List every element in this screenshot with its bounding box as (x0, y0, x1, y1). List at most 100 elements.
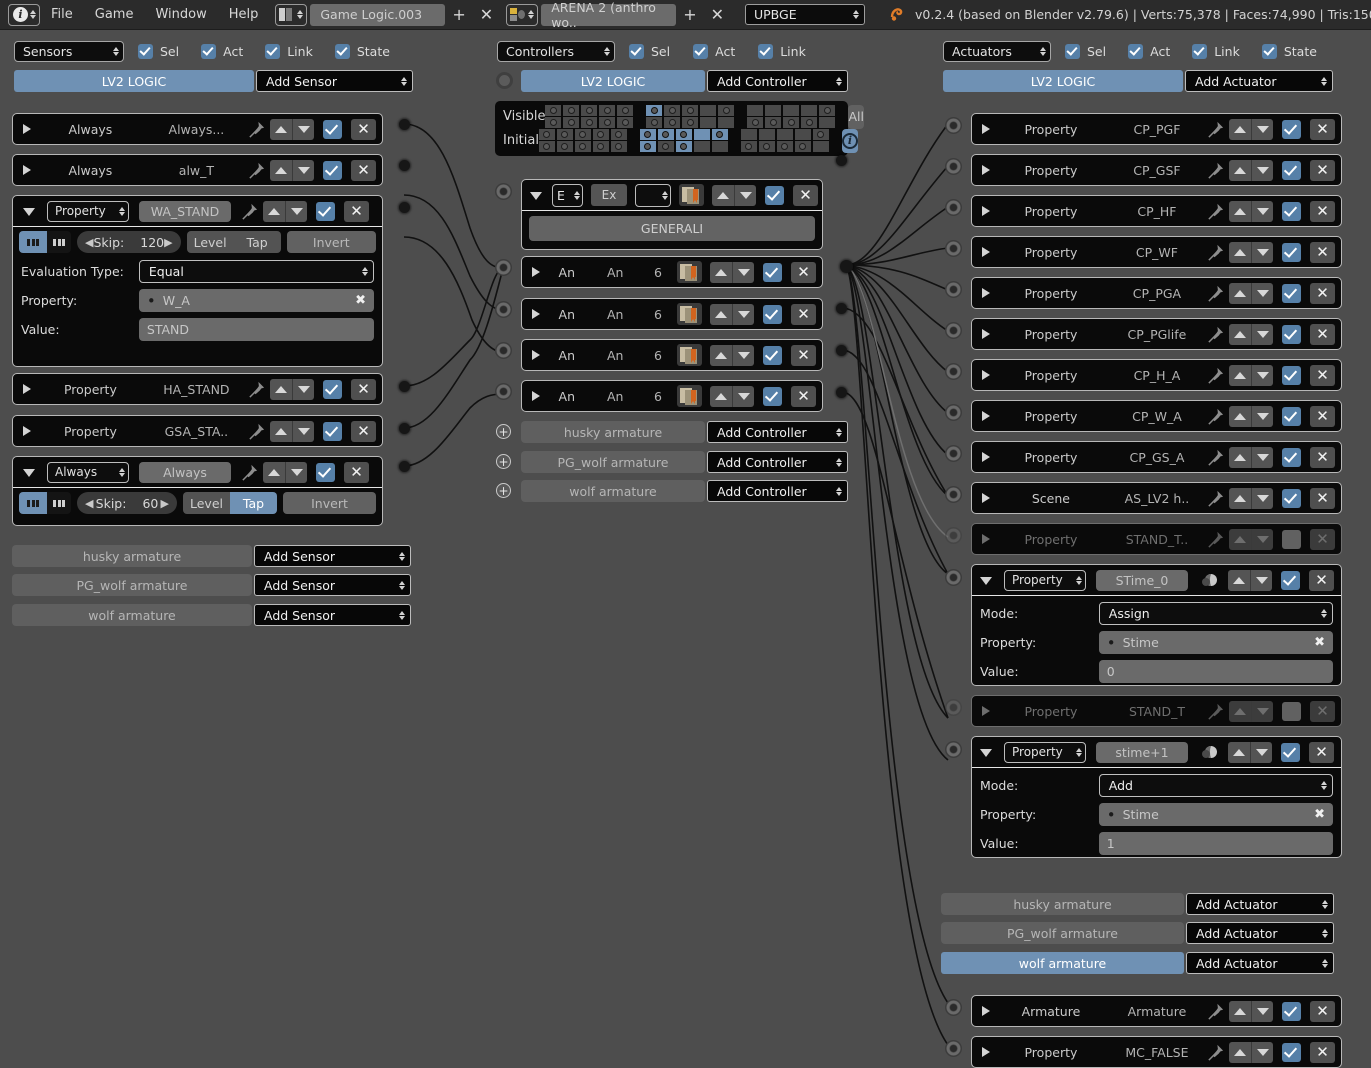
pin-icon[interactable] (1206, 1002, 1225, 1021)
object-name[interactable]: PG_wolf armature (941, 922, 1184, 944)
actuator-type-dropdown[interactable]: Property (1004, 741, 1086, 763)
expand-triangle-icon[interactable] (532, 391, 540, 401)
field-select[interactable]: Assign (1098, 602, 1333, 625)
add-controller-button[interactable]: Add Controller (707, 421, 848, 443)
object-name-selected[interactable]: wolf armature (941, 952, 1184, 974)
move-buttons[interactable] (710, 303, 754, 325)
brick-name[interactable]: CP_H_A (1108, 368, 1206, 383)
state-cell[interactable] (758, 129, 775, 140)
sensor-output-port[interactable] (399, 119, 410, 130)
state-cell[interactable] (682, 117, 699, 128)
state-cell[interactable] (592, 129, 609, 140)
move-up-button[interactable] (1229, 1000, 1251, 1022)
add-sensor-button[interactable]: Add Sensor (254, 604, 411, 626)
invert-button[interactable]: Invert (283, 492, 376, 514)
move-up-button[interactable] (1228, 569, 1250, 591)
skip-stepper[interactable]: ◀ Skip: 120 ▶ (77, 231, 181, 253)
brick-name[interactable]: CP_WF (1108, 245, 1206, 260)
state-grid-group-3[interactable] (747, 105, 836, 128)
move-buttons[interactable] (263, 461, 307, 483)
controller-object-port[interactable] (496, 72, 513, 89)
expand-triangle-icon[interactable] (982, 124, 990, 134)
sensors-type-selector[interactable]: Sensors (14, 40, 124, 62)
expand-object-icon[interactable]: + (496, 424, 511, 439)
actuator-input-port[interactable] (945, 699, 962, 716)
delete-button[interactable]: ✕ (351, 118, 376, 140)
brick-name[interactable]: CP_GS_A (1108, 450, 1206, 465)
move-down-button[interactable] (1251, 118, 1273, 140)
brick-name[interactable]: AS_LV2 h.. (1108, 491, 1206, 506)
delete-scene-button[interactable]: ✕ (704, 0, 731, 30)
move-buttons[interactable] (270, 420, 314, 442)
actuator-brick-cp-pga[interactable]: Property CP_PGA ✕ (971, 277, 1342, 309)
state-cell[interactable] (801, 117, 818, 128)
controller-input-port[interactable] (495, 342, 512, 359)
state-info-button[interactable]: i (841, 128, 858, 153)
brick-name[interactable]: An (590, 307, 641, 322)
sensor-type-dropdown[interactable]: Always (47, 461, 129, 483)
state-cell[interactable] (538, 141, 555, 152)
brick-name[interactable]: Always... (146, 122, 247, 137)
move-down-button[interactable] (285, 200, 307, 222)
sensors-filter-act[interactable]: Act (201, 43, 243, 59)
expand-triangle-icon[interactable] (982, 329, 990, 339)
checkbox-icon[interactable] (1128, 43, 1144, 59)
move-buttons[interactable] (1229, 159, 1273, 181)
move-up-button[interactable] (1229, 446, 1251, 468)
move-buttons[interactable] (1228, 741, 1272, 763)
controller-input-port[interactable] (495, 259, 512, 276)
add-sensor-button[interactable]: Add Sensor (254, 574, 411, 596)
enable-checkbox[interactable] (1282, 242, 1301, 262)
brick-state-number[interactable]: 6 (641, 348, 675, 363)
actuator-brick-mc-false[interactable]: Property MC_FALSE ✕ (971, 1036, 1342, 1068)
expand-triangle-icon[interactable] (982, 370, 990, 380)
move-down-button[interactable] (732, 261, 754, 283)
controllers-filter-sel[interactable]: Sel (629, 43, 670, 59)
state-grid-group-2[interactable] (646, 105, 735, 128)
controller-input-port[interactable] (495, 301, 512, 318)
clear-icon[interactable]: ✖ (355, 293, 366, 308)
menu-window[interactable]: Window (144, 0, 217, 30)
controller-brick-and-2[interactable]: An An 6 ✕ (521, 298, 823, 330)
delete-button[interactable]: ✕ (1310, 241, 1335, 263)
pin-icon[interactable] (1206, 161, 1225, 180)
add-scene-button[interactable]: + (676, 0, 703, 30)
screen-layout-name[interactable]: Game Logic.003 (310, 3, 446, 26)
controller-brick-and-1[interactable]: An An 6 ✕ (521, 256, 823, 288)
state-cell[interactable] (812, 141, 829, 152)
move-buttons[interactable] (1229, 1000, 1273, 1022)
state-cell[interactable] (675, 129, 692, 140)
brick-name-field[interactable]: STime_0 (1096, 569, 1188, 591)
move-buttons[interactable] (1229, 446, 1273, 468)
increment-icon[interactable]: ▶ (161, 497, 169, 510)
move-down-button[interactable] (1251, 1000, 1273, 1022)
delete-button[interactable]: ✕ (1310, 200, 1335, 222)
move-down-button[interactable] (1251, 405, 1273, 427)
pin-icon[interactable] (1206, 1043, 1225, 1062)
enable-checkbox[interactable] (1282, 1001, 1301, 1021)
move-down-button[interactable] (1251, 282, 1273, 304)
actuator-brick-cp-h-a[interactable]: Property CP_H_A ✕ (971, 359, 1342, 391)
delete-button[interactable]: ✕ (1310, 700, 1335, 722)
pin-icon[interactable] (240, 463, 259, 482)
brick-state-number[interactable]: 6 (641, 307, 675, 322)
state-cell[interactable] (556, 141, 573, 152)
expand-triangle-icon[interactable] (982, 1006, 990, 1016)
object-name[interactable]: PG_wolf armature (521, 451, 705, 473)
state-cell[interactable] (718, 105, 735, 116)
pin-icon[interactable] (247, 422, 266, 441)
controller-output-port[interactable] (836, 345, 847, 356)
controller-brick-and-4[interactable]: An An 6 ✕ (521, 380, 823, 412)
enable-checkbox[interactable] (316, 462, 335, 482)
expand-triangle-icon[interactable] (982, 165, 990, 175)
brick-name[interactable]: An (590, 265, 641, 280)
add-controller-button[interactable]: Add Controller (707, 451, 848, 473)
level-tap-toggle[interactable]: Level Tap (183, 492, 277, 514)
state-cell[interactable] (574, 129, 591, 140)
actuator-brick-stime-1[interactable]: Property stime+1 ✕ Mode: Add Property: • Stime ✖… (971, 736, 1342, 858)
state-cell[interactable] (718, 117, 735, 128)
pin-icon[interactable] (1206, 120, 1225, 139)
delete-button[interactable]: ✕ (1310, 323, 1335, 345)
brick-name[interactable]: CP_PGF (1108, 122, 1206, 137)
level-tap-toggle[interactable]: Level Tap (186, 231, 281, 253)
